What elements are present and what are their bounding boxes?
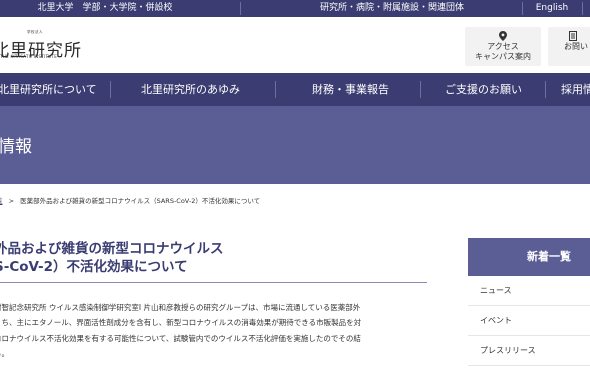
- campus-label: キャンパス案内: [475, 52, 531, 61]
- nav-item-finance[interactable]: 財務・事業報告: [312, 73, 389, 106]
- article-title: 外品および雑貨の新型コロナウイルス S-CoV-2）不活化効果について: [0, 240, 434, 276]
- sidebar-item-events[interactable]: イベント: [468, 306, 590, 336]
- map-pin-icon: [465, 31, 541, 42]
- breadcrumb-separator: >: [8, 197, 15, 205]
- breadcrumb: 覧 > 医薬部外品および雑貨の新型コロナウイルス（SARS-CoV-2）不活化効…: [0, 195, 260, 205]
- nav-item-history[interactable]: 北里研究所のあゆみ: [141, 73, 240, 106]
- contact-button[interactable]: お問い: [548, 27, 590, 66]
- sidebar-heading: 新着一覧: [468, 238, 590, 276]
- nav-item-donation[interactable]: ご支援のお願い: [445, 73, 522, 106]
- nav-item-careers[interactable]: 採用情: [561, 73, 590, 106]
- nav-divider: [110, 81, 111, 98]
- page-title: 情報: [0, 137, 32, 157]
- breadcrumb-current: 医薬部外品および雑貨の新型コロナウイルス（SARS-CoV-2）不活化効果につい…: [20, 197, 261, 205]
- body-line: 村智記念研究所 ウイルス感染制御学研究室Ⅰ 片山和彦教授らの研究グループは、市場…: [0, 303, 361, 312]
- institutes-link[interactable]: 研究所・病院・附属施設・関連団体: [312, 0, 472, 17]
- sidebar-item-news[interactable]: ニュース: [468, 276, 590, 306]
- nav-divider: [275, 81, 276, 98]
- logo-small-text: 学校法人: [27, 30, 43, 34]
- page-hero: 情報: [0, 106, 590, 184]
- breadcrumb-link[interactable]: 覧: [0, 197, 3, 205]
- article-title-line: S-CoV-2）不活化効果について: [0, 259, 188, 275]
- article-body: 村智記念研究所 ウイルス感染制御学研究室Ⅰ 片山和彦教授らの研究グループは、市場…: [0, 300, 434, 361]
- article-title-line: 外品および雑貨の新型コロナウイルス: [0, 241, 224, 257]
- body-line: る。: [0, 348, 9, 358]
- contact-label: お問い: [564, 42, 588, 51]
- divider: [582, 2, 583, 15]
- divider: [522, 2, 523, 15]
- nav-divider: [545, 81, 546, 98]
- university-link[interactable]: 北里大学 学部・大学院・併設校: [35, 0, 175, 17]
- body-line: コロナウイルス不活化効果を有する可能性について、試験管内でのウイルス不活化評価を…: [0, 333, 361, 343]
- utility-bar: 北里大学 学部・大学院・併設校 研究所・病院・附属施設・関連団体 English: [0, 0, 590, 17]
- access-button[interactable]: アクセス キャンパス案内: [465, 27, 541, 66]
- logo-english-text: THE KITASATO INSTITUTE: [0, 54, 58, 59]
- body-line: うち、主にエタノール、界面活性剤成分を含有し、新型コロナウイルスの消毒効果が期待…: [0, 318, 362, 328]
- document-icon: [548, 31, 590, 42]
- nav-item-about[interactable]: 北里研究所について: [0, 73, 97, 106]
- sidebar-item-press[interactable]: プレスリリース: [468, 336, 590, 366]
- access-label: アクセス: [487, 42, 519, 51]
- global-nav: 北里研究所について 北里研究所のあゆみ 財務・事業報告 ご支援のお願い 採用情: [0, 73, 590, 106]
- english-link[interactable]: English: [530, 0, 574, 17]
- divider: [240, 2, 241, 15]
- title-underline: [0, 282, 427, 283]
- nav-divider: [420, 81, 421, 98]
